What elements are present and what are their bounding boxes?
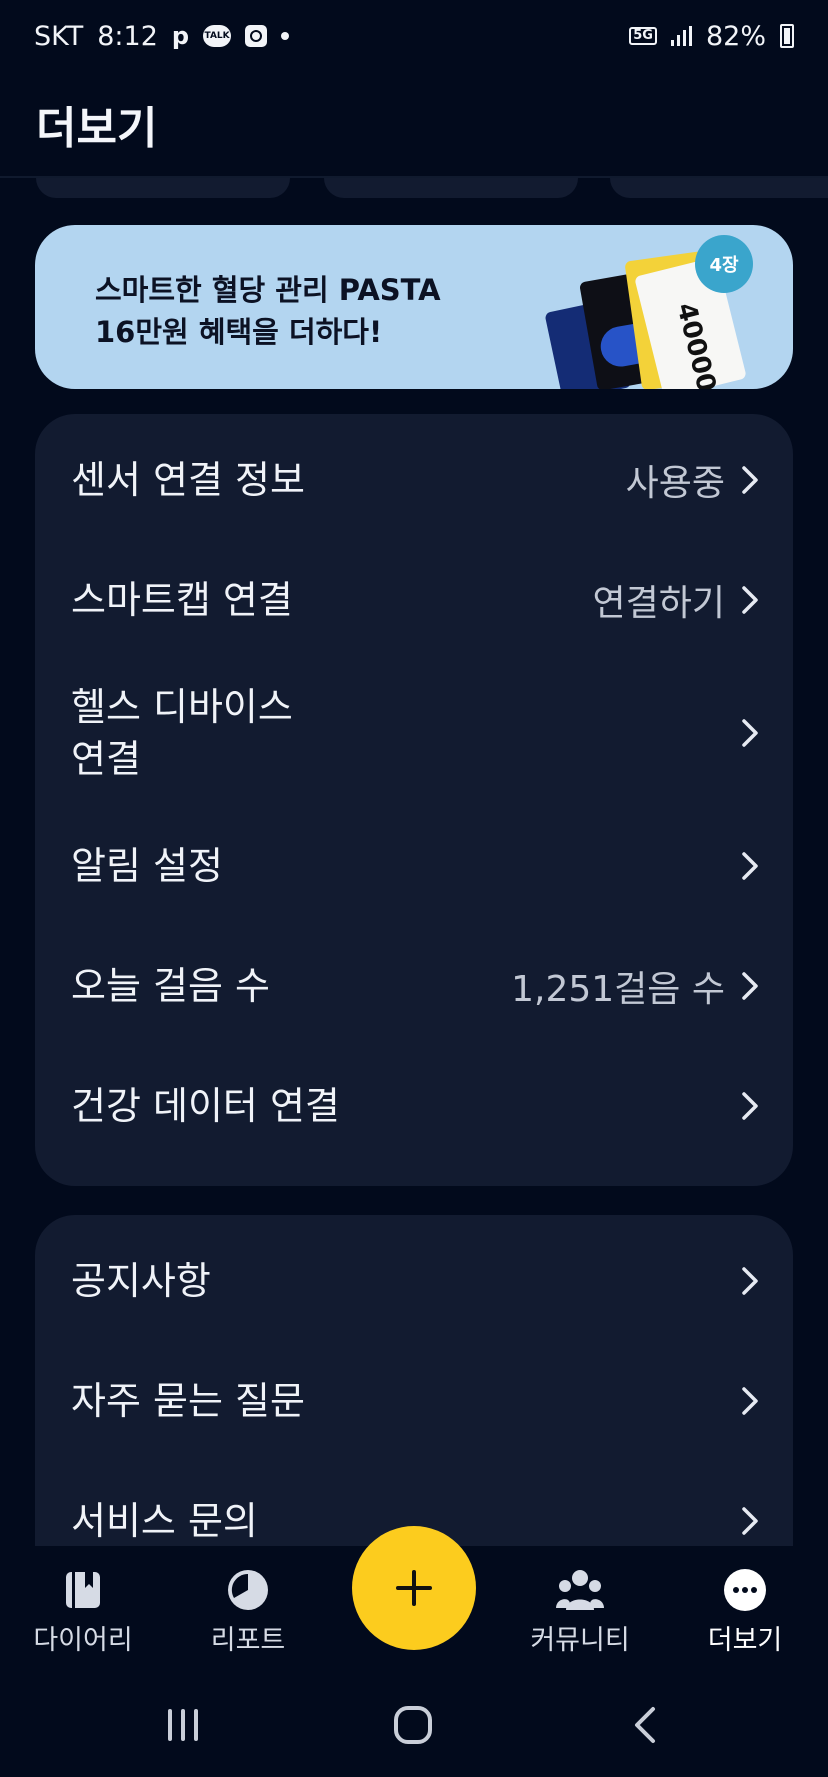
home-icon — [394, 1706, 432, 1744]
settings-menu-card: 센서 연결 정보 사용중 스마트캡 연결 연결하기 헬스 디바이스 연결 알림 … — [35, 414, 793, 1186]
chevron-right-icon — [742, 1092, 758, 1120]
menu-item-value: 연결하기 — [592, 583, 725, 624]
menu-item-label: 공지사항 — [71, 1259, 211, 1303]
network-5g-icon: 5G — [629, 27, 657, 45]
menu-item-label: 스마트캡 연결 — [71, 578, 293, 622]
menu-item-health-data[interactable]: 건강 데이터 연결 — [35, 1046, 793, 1166]
clock: 8:12 — [97, 20, 158, 52]
chevron-right-icon — [742, 466, 758, 494]
signal-icon — [670, 26, 692, 46]
home-button[interactable] — [388, 1700, 438, 1750]
status-right: 5G 82% — [629, 21, 794, 52]
coupon-amount: 40000 — [670, 299, 722, 389]
menu-item-label: 서비스 문의 — [71, 1499, 258, 1543]
quick-menu-item[interactable] — [324, 178, 578, 198]
nav-label: 커뮤니티 — [530, 1625, 630, 1656]
menu-item-value: 사용중 — [625, 463, 725, 504]
menu-item-sensor-info[interactable]: 센서 연결 정보 사용중 — [35, 420, 793, 540]
menu-item-label: 헬스 디바이스 연결 — [71, 685, 293, 781]
banner-text: 스마트한 혈당 관리 PASTA 16만원 혜택을 더하다! — [95, 269, 441, 353]
nav-item-more[interactable]: 더보기 — [670, 1568, 820, 1657]
scroll-area[interactable]: 스마트한 혈당 관리 PASTA 16만원 혜택을 더하다! 40000 4장 … — [0, 178, 828, 1546]
p-icon: p — [171, 22, 190, 50]
nav-item-diary[interactable]: 다이어리 — [8, 1568, 158, 1657]
battery-icon — [780, 24, 794, 48]
menu-item-label: 자주 묻는 질문 — [71, 1379, 305, 1423]
chevron-right-icon — [742, 719, 758, 747]
quick-menu-item[interactable] — [36, 178, 290, 198]
nav-label: 더보기 — [707, 1625, 783, 1656]
back-button[interactable] — [620, 1700, 670, 1750]
back-icon — [635, 1707, 655, 1743]
menu-item-value: 1,251걸음 수 — [511, 969, 725, 1010]
system-nav-bar — [0, 1670, 828, 1777]
battery-percent: 82% — [705, 20, 766, 52]
status-bar: SKT 8:12 p TALK 5G 82% — [0, 0, 828, 72]
nav-item-community[interactable]: 커뮤니티 — [505, 1568, 655, 1657]
menu-item-faq[interactable]: 자주 묻는 질문 — [35, 1341, 793, 1461]
plus-icon — [396, 1570, 432, 1606]
add-button[interactable] — [352, 1526, 476, 1650]
chevron-right-icon — [742, 852, 758, 880]
status-left: SKT 8:12 p TALK — [34, 20, 290, 52]
menu-item-notifications[interactable]: 알림 설정 — [35, 806, 793, 926]
chevron-right-icon — [742, 586, 758, 614]
carrier-label: SKT — [34, 20, 84, 52]
more-icon — [724, 1569, 766, 1611]
promo-banner[interactable]: 스마트한 혈당 관리 PASTA 16만원 혜택을 더하다! 40000 4장 — [35, 225, 793, 389]
page-title: 더보기 — [36, 103, 158, 154]
menu-item-smartcap[interactable]: 스마트캡 연결 연결하기 — [35, 540, 793, 660]
nav-label: 다이어리 — [33, 1625, 133, 1656]
screen-record-icon — [245, 25, 268, 47]
menu-item-notice[interactable]: 공지사항 — [35, 1221, 793, 1341]
kakaotalk-icon: TALK — [203, 25, 232, 47]
menu-item-label: 알림 설정 — [71, 844, 223, 888]
community-icon — [556, 1570, 604, 1610]
chevron-right-icon — [742, 1507, 758, 1535]
support-menu-card: 공지사항 자주 묻는 질문 서비스 문의 — [35, 1215, 793, 1546]
menu-item-label: 센서 연결 정보 — [71, 458, 305, 502]
chevron-right-icon — [742, 1267, 758, 1295]
menu-item-label: 건강 데이터 연결 — [71, 1084, 340, 1128]
more-dot-icon — [281, 32, 290, 40]
recent-apps-icon — [168, 1709, 198, 1741]
recent-apps-button[interactable] — [158, 1700, 208, 1750]
banner-line-1: 스마트한 혈당 관리 PASTA — [95, 273, 441, 307]
chevron-right-icon — [742, 972, 758, 1000]
nav-item-report[interactable]: 리포트 — [173, 1568, 323, 1657]
menu-item-label: 오늘 걸음 수 — [71, 964, 270, 1008]
chevron-right-icon — [742, 1387, 758, 1415]
menu-item-steps[interactable]: 오늘 걸음 수 1,251걸음 수 — [35, 926, 793, 1046]
menu-item-health-device[interactable]: 헬스 디바이스 연결 — [35, 660, 793, 806]
coupon-count-badge: 4장 — [695, 235, 753, 293]
nav-label: 리포트 — [210, 1625, 286, 1656]
report-icon — [228, 1570, 268, 1610]
quick-menu-item[interactable] — [610, 178, 828, 198]
app-header: 더보기 — [0, 72, 828, 178]
coupon-cards-illustration: 40000 4장 — [544, 235, 753, 389]
diary-icon — [66, 1572, 100, 1608]
banner-line-2: 16만원 혜택을 더하다! — [95, 315, 383, 349]
